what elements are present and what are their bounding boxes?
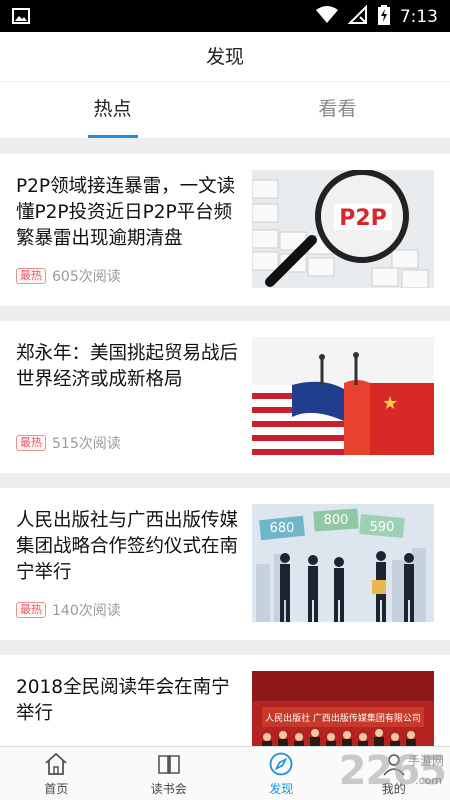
article-title: P2P领域接连暴雷，一文读懂P2P投资近日P2P平台频繁暴雷出现逾期清盘 <box>16 176 236 249</box>
article-title: 郑永年：美国挑起贸易战后世界经济或成新格局 <box>16 343 239 390</box>
read-count: 605次阅读 <box>52 269 121 285</box>
chart-label: 800 <box>324 513 349 528</box>
home-icon <box>43 751 69 777</box>
page-title: 发现 <box>0 32 450 82</box>
book-icon <box>156 751 182 777</box>
nav-book-club-label: 读书会 <box>150 782 187 796</box>
article-thumbnail: P2P <box>252 170 434 288</box>
article-thumbnail: 人民出版社 广西出版传媒集团有限公司 <box>252 671 434 746</box>
hot-badge: 最热 <box>16 602 46 618</box>
article-feed[interactable]: P2P领域接连暴雷，一文读懂P2P投资近日P2P平台频繁暴雷出现逾期清盘 最热 … <box>0 138 450 746</box>
chart-label: 590 <box>370 520 395 535</box>
no-signal-icon <box>347 4 368 29</box>
hot-badge: 最热 <box>16 268 46 284</box>
battery-charging-icon <box>377 5 390 29</box>
p2p-image-text: P2P <box>339 206 387 231</box>
nav-discover[interactable]: 发现 <box>225 747 338 800</box>
article-card[interactable]: 2018全民阅读年会在南宁举行 人民出版社 广西出版传媒集团有限公司 <box>0 655 450 746</box>
article-card[interactable]: P2P领域接连暴雷，一文读懂P2P投资近日P2P平台频繁暴雷出现逾期清盘 最热 … <box>0 154 450 306</box>
nav-discover-label: 发现 <box>269 782 294 796</box>
watermark-sub: .com <box>415 774 442 787</box>
status-time: 7:13 <box>399 7 438 27</box>
tab-bar: 热点 看看 <box>0 82 450 138</box>
image-icon <box>12 8 30 28</box>
nav-home[interactable]: 首页 <box>0 747 113 800</box>
wifi-icon <box>315 6 338 28</box>
article-meta: 最热 515次阅读 <box>16 433 121 453</box>
tab-hot-label: 热点 <box>93 98 132 120</box>
article-title: 2018全民阅读年会在南宁举行 <box>16 677 230 724</box>
compass-icon <box>268 751 294 777</box>
watermark-site: 手游网 <box>407 754 444 768</box>
chart-label: 680 <box>270 521 295 536</box>
article-card[interactable]: 人民出版社与广西出版传媒集团战略合作签约仪式在南宁举行 最热 140次阅读 68… <box>0 488 450 640</box>
read-count: 515次阅读 <box>52 436 121 452</box>
tab-watch-label: 看看 <box>318 98 357 120</box>
tab-hot[interactable]: 热点 <box>0 82 225 138</box>
banner-text: 人民出版社 广西出版传媒集团有限公司 <box>265 712 421 724</box>
status-bar: 7:13 <box>0 0 450 32</box>
article-title: 人民出版社与广西出版传媒集团战略合作签约仪式在南宁举行 <box>16 510 239 583</box>
watermark-logo: 2265 手游网 .com <box>339 748 447 794</box>
hot-badge: 最热 <box>16 435 46 451</box>
article-meta: 最热 605次阅读 <box>16 266 121 286</box>
tab-watch[interactable]: 看看 <box>225 82 450 138</box>
svg-text:★: ★ <box>382 393 398 414</box>
article-thumbnail: 680 800 590 <box>252 504 434 622</box>
nav-home-label: 首页 <box>44 782 69 796</box>
article-meta: 最热 140次阅读 <box>16 600 121 620</box>
article-card[interactable]: 郑永年：美国挑起贸易战后世界经济或成新格局 最热 515次阅读 ★ <box>0 321 450 473</box>
nav-book-club[interactable]: 读书会 <box>113 747 226 800</box>
read-count: 140次阅读 <box>52 603 121 619</box>
article-thumbnail: ★ <box>252 337 434 455</box>
